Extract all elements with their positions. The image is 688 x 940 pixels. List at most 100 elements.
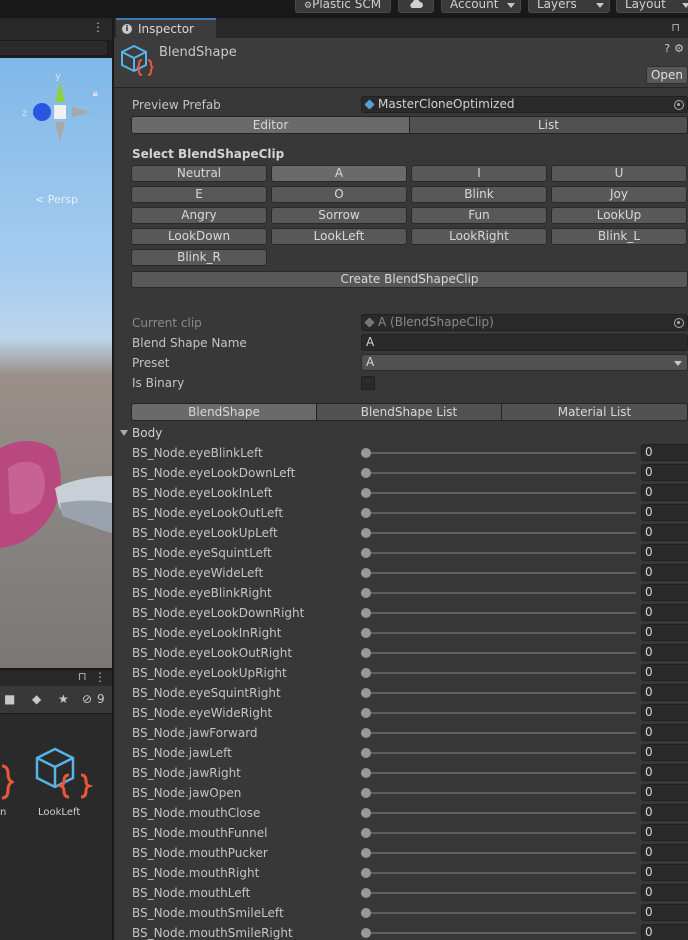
clip-button-sorrow[interactable]: Sorrow [271,207,407,224]
slider-thumb[interactable] [361,628,371,638]
slider-track[interactable] [366,672,636,674]
filter-type-icon[interactable]: ■ [4,692,15,706]
slider-thumb[interactable] [361,668,371,678]
star-icon[interactable]: ★ [58,692,69,706]
body-foldout[interactable]: Body [120,426,162,440]
blendshape-value-input[interactable]: 0 [641,744,688,761]
blendshape-asset-icon[interactable] [33,745,93,807]
persp-toggle[interactable]: < Persp [35,193,78,206]
slider-track[interactable] [366,832,636,834]
clip-button-u[interactable]: U [551,165,687,182]
lock-icon[interactable]: ⊓ [671,21,680,34]
clip-button-neutral[interactable]: Neutral [131,165,267,182]
slider-track[interactable] [366,812,636,814]
slider-track[interactable] [366,552,636,554]
slider-thumb[interactable] [361,788,371,798]
blendshape-value-input[interactable]: 0 [641,604,688,621]
slider-thumb[interactable] [361,568,371,578]
blendshape-value-input[interactable]: 0 [641,624,688,641]
account-dropdown[interactable]: Account [441,0,521,13]
slider-thumb[interactable] [361,748,371,758]
blendshape-value-input[interactable]: 0 [641,524,688,541]
slider-thumb[interactable] [361,868,371,878]
blendshape-value-input[interactable]: 0 [641,724,688,741]
slider-thumb[interactable] [361,768,371,778]
blendshape-value-input[interactable]: 0 [641,704,688,721]
blendshape-value-input[interactable]: 0 [641,864,688,881]
clip-button-o[interactable]: O [271,186,407,203]
clip-button-blink-r[interactable]: Blink_R [131,249,267,266]
blend-shape-name-input[interactable]: A [361,334,688,351]
slider-track[interactable] [366,772,636,774]
blendshape-value-input[interactable]: 0 [641,844,688,861]
slider-track[interactable] [366,572,636,574]
blendshape-value-input[interactable]: 0 [641,924,688,940]
clip-button-e[interactable]: E [131,186,267,203]
slider-track[interactable] [366,852,636,854]
tab-inspector[interactable]: i Inspector [116,18,216,38]
slider-thumb[interactable] [361,808,371,818]
clip-button-a[interactable]: A [271,165,407,182]
slider-thumb[interactable] [361,908,371,918]
help-icon[interactable]: ? [664,42,674,55]
slider-track[interactable] [366,932,636,934]
slider-track[interactable] [366,712,636,714]
tab-blendshape-list[interactable]: BlendShape List [316,403,502,421]
scene-view[interactable]: ⋮ y z 🔒︎ < Persp [0,18,112,668]
blendshape-value-input[interactable]: 0 [641,504,688,521]
slider-track[interactable] [366,512,636,514]
blendshape-value-input[interactable]: 0 [641,464,688,481]
preview-prefab-field[interactable]: MasterCloneOptimized [361,96,688,113]
blendshape-value-input[interactable]: 0 [641,804,688,821]
slider-track[interactable] [366,732,636,734]
slider-thumb[interactable] [361,468,371,478]
clip-button-lookup[interactable]: LookUp [551,207,687,224]
hidden-eye-icon[interactable]: ⊘ [82,692,92,706]
scene-viewport[interactable]: y z 🔒︎ < Persp [0,58,112,668]
slider-track[interactable] [366,652,636,654]
slider-thumb[interactable] [361,708,371,718]
slider-thumb[interactable] [361,928,371,938]
blendshape-value-input[interactable]: 0 [641,644,688,661]
clip-button-joy[interactable]: Joy [551,186,687,203]
blendshape-value-input[interactable]: 0 [641,784,688,801]
clip-button-lookleft[interactable]: LookLeft [271,228,407,245]
slider-thumb[interactable] [361,488,371,498]
slider-track[interactable] [366,892,636,894]
tab-blendshape[interactable]: BlendShape [131,403,317,421]
slider-thumb[interactable] [361,688,371,698]
slider-track[interactable] [366,632,636,634]
clip-button-blink[interactable]: Blink [411,186,547,203]
slider-thumb[interactable] [361,528,371,538]
slider-thumb[interactable] [361,608,371,618]
clip-button-lookdown[interactable]: LookDown [131,228,267,245]
plastic-scm-button[interactable]: ⚙Plastic SCM [295,0,391,13]
axis-gizmo-icon[interactable]: y z [22,72,102,152]
slider-track[interactable] [366,872,636,874]
create-blendshapeclip-button[interactable]: Create BlendShapeClip [131,271,688,288]
slider-thumb[interactable] [361,888,371,898]
slider-track[interactable] [366,492,636,494]
blendshape-value-input[interactable]: 0 [641,444,688,461]
blendshape-value-input[interactable]: 0 [641,544,688,561]
lock-icon[interactable]: ⊓ [78,670,87,683]
tag-icon[interactable]: ◆ [32,692,41,706]
is-binary-checkbox[interactable] [361,376,375,390]
clip-button-angry[interactable]: Angry [131,207,267,224]
clip-button-blink-l[interactable]: Blink_L [551,228,687,245]
slider-thumb[interactable] [361,828,371,838]
clip-button-i[interactable]: I [411,165,547,182]
blendshape-value-input[interactable]: 0 [641,684,688,701]
slider-track[interactable] [366,592,636,594]
slider-track[interactable] [366,532,636,534]
tab-list[interactable]: List [409,116,688,134]
open-button[interactable]: Open [646,66,688,84]
blendshape-value-input[interactable]: 0 [641,904,688,921]
scene-search-field[interactable] [0,40,108,56]
lock-icon[interactable]: 🔒︎ [93,88,98,99]
slider-track[interactable] [366,612,636,614]
slider-thumb[interactable] [361,508,371,518]
blendshape-value-input[interactable]: 0 [641,484,688,501]
tab-material-list[interactable]: Material List [501,403,688,421]
slider-thumb[interactable] [361,448,371,458]
